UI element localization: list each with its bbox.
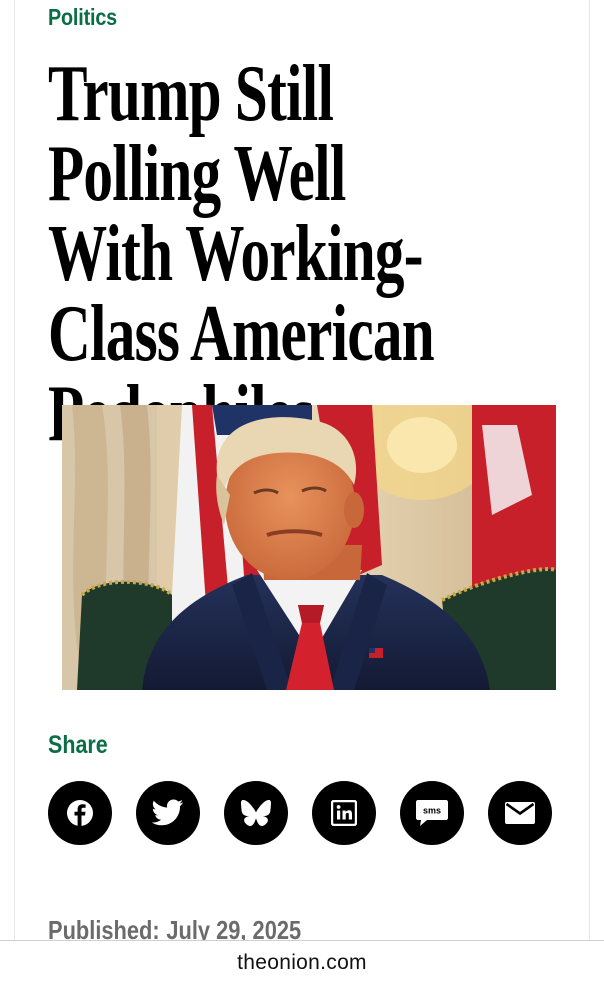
share-twitter-button[interactable] [136,781,200,845]
sms-icon-text: sms [423,806,441,816]
article-headline: Trump Still Polling Well With Working-Cl… [48,50,435,454]
url-text: theonion.com [237,951,367,974]
share-facebook-button[interactable] [48,781,112,845]
share-label: Share [48,731,108,759]
browser-url-bar[interactable]: theonion.com [0,940,604,985]
share-sms-button[interactable]: sms [400,781,464,845]
share-buttons: sms [48,781,552,845]
twitter-icon [152,799,183,826]
share-email-button[interactable] [488,781,552,845]
facebook-icon [67,800,93,826]
share-bluesky-button[interactable] [224,781,288,845]
bluesky-icon [241,800,271,826]
share-linkedin-button[interactable] [312,781,376,845]
hero-image [62,405,556,690]
email-icon [505,802,535,824]
category-link[interactable]: Politics [48,4,117,31]
linkedin-icon [331,800,357,826]
sms-icon: sms [416,800,448,826]
